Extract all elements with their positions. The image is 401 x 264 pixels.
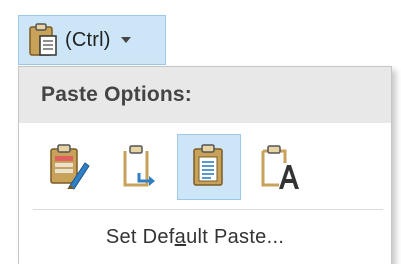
clipboard-paste-icon [29, 23, 57, 56]
menu-header-label: Paste Options: [41, 83, 192, 106]
paste-options-label: (Ctrl) [65, 28, 111, 51]
paste-options-popup: (Ctrl) Paste Options: Set Def a ult Past… [0, 0, 401, 264]
merge-formatting-option[interactable] [107, 134, 171, 200]
paste-picture-text-icon [261, 145, 299, 189]
paste-picture-text-option[interactable] [247, 134, 311, 200]
keep-text-only-icon [193, 144, 223, 186]
paste-options-menu: Paste Options: Set Def a ult Paste... [18, 66, 392, 264]
set-default-post: ult Paste... [186, 226, 285, 248]
caret-down-icon [120, 37, 131, 43]
paste-options-button[interactable]: (Ctrl) [18, 15, 166, 65]
keep-source-formatting-option[interactable] [37, 134, 101, 200]
keep-text-only-option[interactable] [177, 134, 241, 200]
keep-source-formatting-icon [50, 144, 90, 190]
menu-header: Paste Options: [19, 67, 391, 123]
set-default-accel: a [174, 226, 187, 248]
merge-formatting-icon [123, 145, 155, 187]
set-default-pre: Set Def [105, 226, 175, 248]
paste-options-row [37, 133, 311, 201]
set-default-paste-item[interactable]: Set Def a ult Paste... [19, 210, 391, 264]
